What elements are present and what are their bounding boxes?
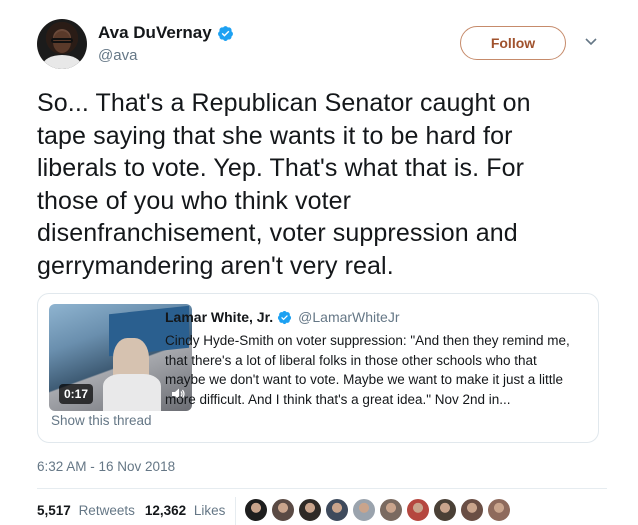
avatar-glasses xyxy=(51,38,73,43)
tweet-text-line: So... That's a Republican Senator caught… xyxy=(37,89,531,117)
user-avatar-6[interactable] xyxy=(379,498,403,522)
author-name-row[interactable]: Ava DuVernay xyxy=(98,23,234,43)
author-info[interactable]: Ava DuVernay @ava xyxy=(98,23,234,64)
likes-count: 12,362 xyxy=(144,503,187,518)
stats-separator xyxy=(235,497,236,525)
tweet-header: Ava DuVernay @ava Follow xyxy=(37,19,607,71)
quoted-author-name[interactable]: Lamar White, Jr. xyxy=(165,309,273,325)
quoted-text-line: that there's a lot of liberal folks in t… xyxy=(165,352,537,368)
user-avatar-7[interactable] xyxy=(406,498,430,522)
user-avatar-3[interactable] xyxy=(298,498,322,522)
user-avatar-5[interactable] xyxy=(352,498,376,522)
video-duration-badge: 0:17 xyxy=(59,384,94,404)
tweet-text-line: those of you who think voter xyxy=(37,186,352,215)
verified-badge-icon xyxy=(217,25,233,41)
user-avatar-8[interactable] xyxy=(433,498,457,522)
likes-label: Likes xyxy=(193,503,226,518)
quoted-author-row[interactable]: Lamar White, Jr. @LamarWhiteJr xyxy=(165,309,400,325)
author-handle[interactable]: @ava xyxy=(98,47,234,64)
retweets-label: Retweets xyxy=(78,503,135,518)
verified-badge-icon xyxy=(278,310,292,324)
follow-button[interactable]: Follow xyxy=(460,26,566,60)
user-avatar-2[interactable] xyxy=(271,498,295,522)
likes-stat[interactable]: 12,362 Likes xyxy=(145,503,226,518)
tweet-text-line: disenfranchisement, voter suppression an… xyxy=(37,219,518,247)
liker-avatars xyxy=(244,498,511,522)
engagement-stats: 5,517 Retweets 12,362 Likes xyxy=(37,503,235,518)
quoted-text-line: maybe we don't want to vote. Maybe we wa… xyxy=(165,372,564,387)
tweet-text-line: tape saying that she wants it to be hard… xyxy=(37,121,513,150)
user-avatar-10[interactable] xyxy=(487,498,511,522)
user-avatar-4[interactable] xyxy=(325,498,349,522)
quoted-text-line: more difficult. And I think that's a gre… xyxy=(165,391,511,407)
tweet-text-line: liberals to vote. Yep. That's what that … xyxy=(37,154,525,182)
tweet-text: So... That's a Republican Senator caught… xyxy=(37,87,607,282)
retweets-count: 5,517 xyxy=(37,503,71,518)
quoted-tweet-text: Cindy Hyde-Smith on voter suppression: "… xyxy=(165,331,590,409)
show-thread-link[interactable]: Show this thread xyxy=(51,413,152,428)
quoted-text-line: Cindy Hyde-Smith on voter suppression: "… xyxy=(165,333,570,348)
user-avatar-9[interactable] xyxy=(460,498,484,522)
chevron-down-icon[interactable] xyxy=(583,33,599,49)
avatar-shoulders xyxy=(43,55,81,69)
author-avatar[interactable] xyxy=(37,19,87,69)
stats-divider xyxy=(37,488,607,489)
thumbnail-shirt xyxy=(103,374,161,411)
author-display-name[interactable]: Ava DuVernay xyxy=(98,23,212,43)
retweets-stat[interactable]: 5,517 Retweets xyxy=(37,503,135,518)
tweet-timestamp[interactable]: 6:32 AM - 16 Nov 2018 xyxy=(37,459,175,474)
user-avatar-1[interactable] xyxy=(244,498,268,522)
tweet-text-line: gerrymandering aren't very real. xyxy=(37,251,394,280)
quoted-author-handle[interactable]: @LamarWhiteJr xyxy=(298,309,399,325)
quoted-tweet-card[interactable]: 0:17 Lamar White, Jr. @LamarWhiteJr Cind… xyxy=(37,293,599,443)
